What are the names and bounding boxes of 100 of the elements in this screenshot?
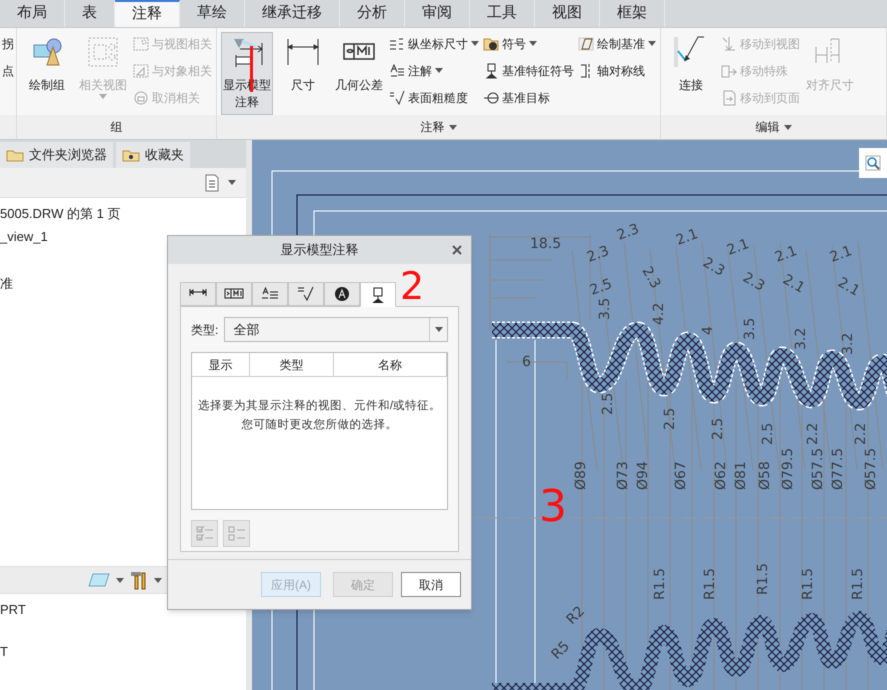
- symbol-circle-icon: [332, 286, 352, 302]
- group-label: 编辑: [756, 119, 780, 136]
- dialog-tab[interactable]: [252, 282, 288, 306]
- dimension-label: 2.5: [710, 418, 726, 440]
- dimension-label: Ø77.5: [830, 448, 846, 490]
- frame-link-icon: [133, 62, 149, 78]
- dimension-label: Ø67: [673, 461, 689, 490]
- ribbon-button[interactable]: 尺寸: [277, 32, 329, 115]
- ribbon-button[interactable]: 注解: [389, 59, 479, 82]
- handwritten-mark: 2: [400, 266, 424, 306]
- unlink-icon: [133, 90, 149, 106]
- hammer-icon[interactable]: [130, 570, 148, 590]
- dimension-label: Ø79.5: [780, 448, 796, 490]
- column-header[interactable]: 显示: [192, 353, 250, 376]
- dimension-label: 2.3: [638, 264, 664, 292]
- dimension-label: 3.5: [742, 318, 758, 340]
- dimension-label: 3.5: [597, 298, 613, 320]
- dimension-label: R1.5: [652, 568, 668, 600]
- dimension-label: Ø73: [615, 461, 631, 490]
- frame-link-icon: [133, 36, 149, 52]
- dimension-label: 3.2: [840, 332, 856, 355]
- dimension-label: Ø89: [573, 461, 589, 490]
- dimension-label: 2.1: [674, 226, 700, 249]
- roughness-icon: [389, 90, 405, 106]
- ribbon-button[interactable]: 表面粗糙度: [389, 86, 479, 109]
- dialog-tab[interactable]: [288, 282, 324, 306]
- dimension-label: 2.5: [760, 422, 776, 445]
- dialog-tab[interactable]: [324, 282, 360, 306]
- star-folder-icon: [122, 148, 140, 162]
- group-label: 组: [110, 119, 122, 136]
- dimension-label: Ø57.5: [810, 448, 826, 490]
- list-icon[interactable]: [204, 174, 220, 192]
- dimension-label: 2.3: [584, 243, 612, 266]
- ribbon-button[interactable]: 基准特征符号: [483, 59, 574, 82]
- move-to-page-icon: [721, 90, 737, 106]
- dimension-label: R2: [564, 603, 588, 628]
- dialog-tab[interactable]: [360, 282, 396, 307]
- tree-item[interactable]: T: [0, 644, 246, 660]
- ribbon-button[interactable]: 纵坐标尺寸: [389, 32, 479, 55]
- parallelogram-icon: [578, 36, 594, 52]
- column-header[interactable]: 类型: [250, 353, 334, 376]
- folders-icon: [6, 148, 24, 162]
- roughness-icon: [296, 286, 316, 302]
- dialog-button[interactable]: 取消: [401, 572, 461, 597]
- dimension-label: 6: [522, 354, 531, 370]
- ribbon-button[interactable]: 符号: [483, 32, 574, 55]
- dimension-label: 2.3: [740, 270, 768, 295]
- tree-item[interactable]: 5005.DRW 的第 1 页: [0, 202, 246, 225]
- datum-feature-icon: [483, 62, 499, 78]
- dimension-label: R1.5: [755, 563, 771, 595]
- ribbon-button[interactable]: 绘制基准: [578, 32, 656, 55]
- dimension-label: 4: [700, 326, 716, 335]
- dimension-label: 2.1: [780, 272, 808, 297]
- panel-tab[interactable]: 文件夹浏览器: [0, 142, 113, 168]
- zoom-button[interactable]: [859, 148, 887, 178]
- dimension-label: 2.2: [805, 422, 821, 445]
- ribbon-button[interactable]: 拐: [2, 32, 14, 55]
- dimension-label: 2.3: [700, 254, 728, 280]
- dimension-label: R1.5: [850, 568, 866, 600]
- dimension-label: 2.1: [772, 243, 800, 266]
- dimension-label: 2.1: [724, 236, 752, 259]
- dimension-label: Ø94: [635, 461, 651, 490]
- dimension-label: 2.5: [600, 392, 616, 415]
- move-to-view-icon: [721, 36, 737, 52]
- caret-icon: [529, 41, 537, 46]
- search-icon: [865, 155, 881, 171]
- ribbon-button[interactable]: 连接: [665, 32, 717, 115]
- ribbon-button[interactable]: 几何公差: [333, 32, 385, 115]
- dialog-title: 显示模型注释: [280, 241, 358, 260]
- dialog-tab[interactable]: [216, 282, 252, 306]
- ribbon-button[interactable]: 轴对称线: [578, 59, 656, 82]
- symbol-folder-icon: [483, 36, 499, 52]
- caret-icon: [228, 180, 236, 185]
- ribbon-button[interactable]: 点: [2, 59, 14, 82]
- checklist-icon: [196, 524, 214, 542]
- view-frame-icon: [86, 35, 120, 69]
- caret-icon: [154, 578, 162, 582]
- dimension-label: 2.2: [853, 422, 869, 445]
- caret-icon: [116, 578, 124, 582]
- ribbon-button[interactable]: 绘制组: [21, 32, 73, 115]
- dimension-label: 18.5: [530, 236, 562, 252]
- datum-target-icon: [483, 90, 499, 106]
- close-button[interactable]: [451, 243, 463, 257]
- type-dropdown[interactable]: 全部: [224, 317, 448, 342]
- caret-icon: [471, 41, 479, 46]
- ribbon-tab[interactable]: 注释: [115, 0, 180, 27]
- ribbon-button[interactable]: 基准目标: [483, 86, 574, 109]
- caret-icon: [448, 124, 456, 130]
- ordinate-icon: [389, 36, 405, 52]
- caret-icon: [435, 68, 443, 73]
- dialog-tab[interactable]: [180, 282, 216, 306]
- dimension-label: Ø57.5: [863, 448, 879, 490]
- unchecked-list-icon: [228, 524, 246, 542]
- dimension-label: R1.5: [800, 568, 816, 600]
- panel-tab[interactable]: 收藏夹: [116, 142, 190, 168]
- dimension-label: 3.2: [793, 328, 809, 350]
- column-header[interactable]: 名称: [334, 353, 447, 376]
- caret-icon: [648, 41, 656, 46]
- dimension-label: Ø81: [733, 461, 749, 490]
- dimension-label: R1.5: [702, 568, 718, 600]
